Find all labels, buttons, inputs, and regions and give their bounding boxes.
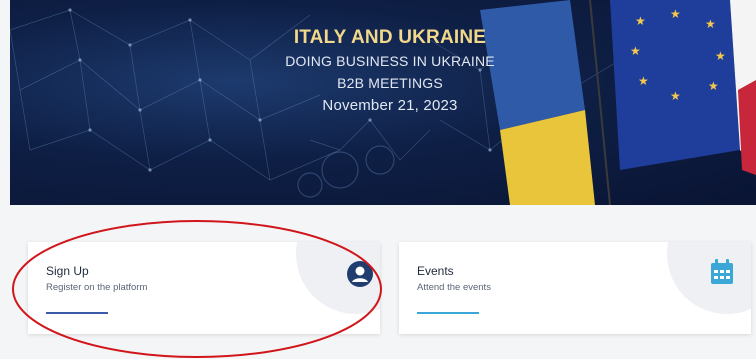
hero-meetings: B2B MEETINGS [337,75,443,91]
card-accent-bar [46,312,108,314]
events-card[interactable]: Events Attend the events [399,242,751,334]
svg-text:★: ★ [715,49,726,63]
svg-text:★: ★ [670,7,681,21]
eu-flag: ★ ★ ★ ★ ★ ★ ★ ★ [610,0,740,170]
hero-banner: ★ ★ ★ ★ ★ ★ ★ ★ ITALY AND UKRAINE DOING BUSI… [10,0,756,205]
user-circle-icon [347,261,373,287]
svg-text:★: ★ [708,79,719,93]
svg-text:★: ★ [705,17,716,31]
card-subtitle: Register on the platform [46,282,148,293]
card-accent-bar [417,312,479,314]
svg-text:★: ★ [635,14,646,28]
hero-text: ITALY AND UKRAINE DOING BUSINESS IN UKRA… [240,26,540,118]
calendar-icon [711,259,733,284]
card-title: Events [417,264,454,278]
hero-subtitle: DOING BUSINESS IN UKRAINE [285,53,495,69]
card-subtitle: Attend the events [417,282,491,293]
svg-text:★: ★ [638,74,649,88]
svg-text:★: ★ [630,44,641,58]
svg-text:★: ★ [670,89,681,103]
hero-date: November 21, 2023 [322,97,458,114]
signup-card[interactable]: Sign Up Register on the platform [28,242,380,334]
card-title: Sign Up [46,264,89,278]
hero-title: ITALY AND UKRAINE [293,27,487,48]
